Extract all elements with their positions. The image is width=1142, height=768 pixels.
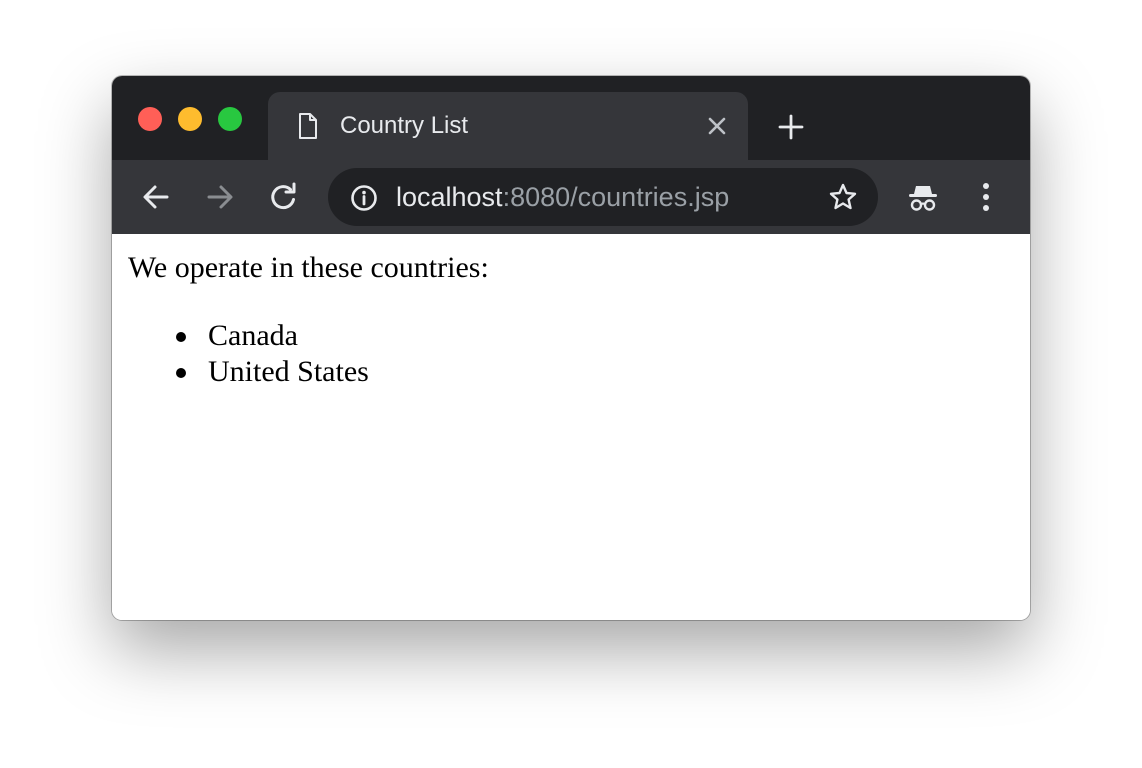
- tab-country-list[interactable]: Country List: [268, 92, 748, 160]
- window-maximize-button[interactable]: [218, 107, 242, 131]
- tab-title: Country List: [340, 112, 469, 139]
- toolbar: localhost:8080/countries.jsp: [112, 160, 1030, 234]
- country-name: United States: [208, 355, 369, 388]
- country-list: Canada United States: [176, 318, 369, 390]
- document-icon: [299, 113, 317, 139]
- url-path: :8080/countries.jsp: [502, 182, 730, 212]
- window-close-button[interactable]: [138, 107, 162, 131]
- country-name: Canada: [208, 319, 298, 352]
- star-icon[interactable]: [828, 182, 858, 212]
- url-host: localhost: [396, 182, 503, 212]
- tab-strip: Country List: [112, 76, 1030, 160]
- bullet-icon: [176, 332, 186, 342]
- plus-icon[interactable]: [776, 112, 806, 142]
- kebab-menu-icon[interactable]: [972, 180, 1000, 214]
- address-bar[interactable]: localhost:8080/countries.jsp: [328, 168, 878, 226]
- bullet-icon: [176, 368, 186, 378]
- page-content: We operate in these countries: Canada Un…: [112, 234, 1030, 620]
- window-minimize-button[interactable]: [178, 107, 202, 131]
- list-item: United States: [176, 354, 369, 390]
- close-icon[interactable]: [704, 113, 730, 139]
- intro-text: We operate in these countries:: [128, 251, 489, 284]
- incognito-icon[interactable]: [906, 180, 940, 214]
- list-item: Canada: [176, 318, 369, 354]
- url-text[interactable]: localhost:8080/countries.jsp: [396, 181, 729, 213]
- reload-icon[interactable]: [267, 180, 301, 214]
- arrow-left-icon[interactable]: [139, 180, 173, 214]
- browser-window: Country List localhost:8080/countries.js…: [112, 76, 1030, 620]
- arrow-right-icon[interactable]: [203, 180, 237, 214]
- info-icon[interactable]: [350, 184, 378, 212]
